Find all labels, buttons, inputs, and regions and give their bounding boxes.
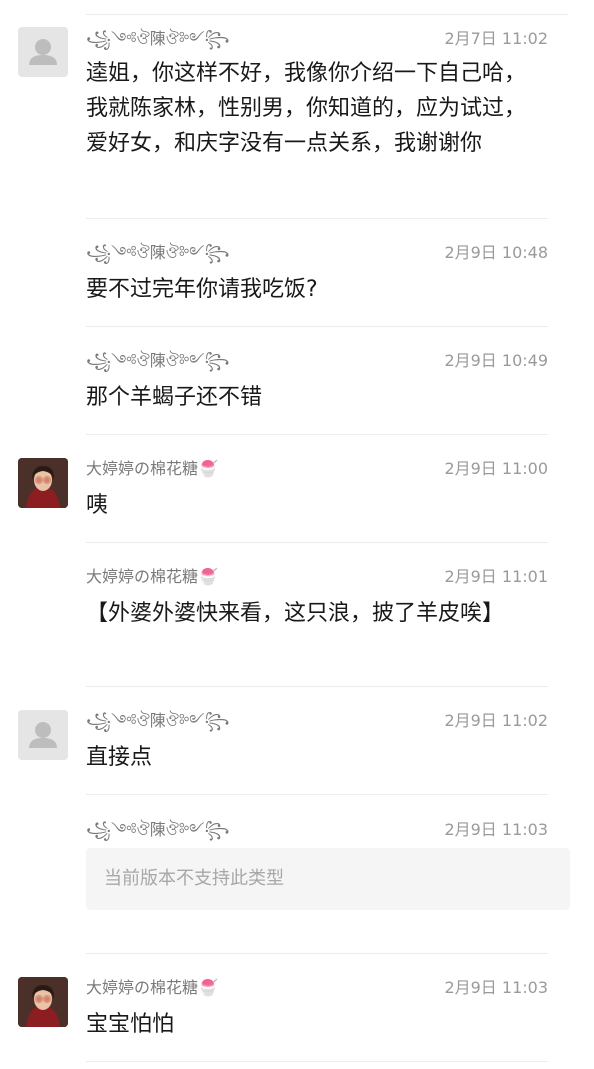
default-avatar[interactable] bbox=[18, 27, 68, 77]
photo-avatar[interactable] bbox=[18, 977, 68, 1027]
default-avatar[interactable] bbox=[18, 710, 68, 760]
user-silhouette-icon bbox=[29, 722, 57, 748]
message-time: 2月9日 11:03 bbox=[444, 820, 548, 839]
top-divider bbox=[86, 14, 568, 15]
message-time: 2月9日 10:49 bbox=[444, 351, 548, 370]
divider bbox=[86, 953, 548, 954]
divider bbox=[86, 218, 548, 219]
divider bbox=[86, 326, 548, 327]
profile-photo-icon bbox=[18, 977, 68, 1027]
divider bbox=[86, 434, 548, 435]
sender-name: ꧁༺ঔ陳ঔ༻꧂ bbox=[86, 243, 230, 262]
user-silhouette-icon bbox=[29, 39, 57, 65]
message-time: 2月9日 11:03 bbox=[444, 978, 548, 997]
divider bbox=[86, 1061, 548, 1062]
divider bbox=[86, 542, 548, 543]
message-text: 那个羊蝎子还不错 bbox=[86, 385, 263, 410]
photo-avatar[interactable] bbox=[18, 458, 68, 508]
message-time: 2月9日 11:02 bbox=[444, 711, 548, 730]
divider bbox=[86, 794, 548, 795]
sender-name: ꧁༺ঔ陳ঔ༻꧂ bbox=[86, 711, 230, 730]
message-text: 宝宝怕怕 bbox=[86, 1012, 175, 1037]
sender-name: 大婷婷の棉花糖🍧 bbox=[86, 459, 218, 478]
sender-name: ꧁༺ঔ陳ঔ༻꧂ bbox=[86, 351, 230, 370]
profile-photo-icon bbox=[18, 458, 68, 508]
sender-name: 大婷婷の棉花糖🍧 bbox=[86, 978, 218, 997]
sender-name: 大婷婷の棉花糖🍧 bbox=[86, 567, 218, 586]
message-text: 要不过完年你请我吃饭? bbox=[86, 277, 318, 302]
message-time: 2月9日 11:00 bbox=[444, 459, 548, 478]
message-text: 【外婆外婆快来看，这只浪，披了羊皮唉】 bbox=[86, 601, 505, 626]
message-text: 直接点 bbox=[86, 745, 153, 770]
message-time: 2月9日 10:48 bbox=[444, 243, 548, 262]
sender-name: ꧁༺ঔ陳ঔ༻꧂ bbox=[86, 820, 230, 839]
message-time: 2月9日 11:01 bbox=[444, 567, 548, 586]
message-text: 咦 bbox=[86, 493, 109, 518]
message-text: 逵姐，你这样不好，我像你介绍一下自己哈，我就陈家林，性别男，你知道的，应为试过，… bbox=[86, 61, 527, 156]
divider bbox=[86, 686, 548, 687]
message-time: 2月7日 11:02 bbox=[444, 29, 548, 48]
unsupported-message-placeholder[interactable]: 当前版本不支持此类型 bbox=[86, 848, 570, 910]
sender-name: ꧁༺ঔ陳ঔ༻꧂ bbox=[86, 29, 230, 48]
